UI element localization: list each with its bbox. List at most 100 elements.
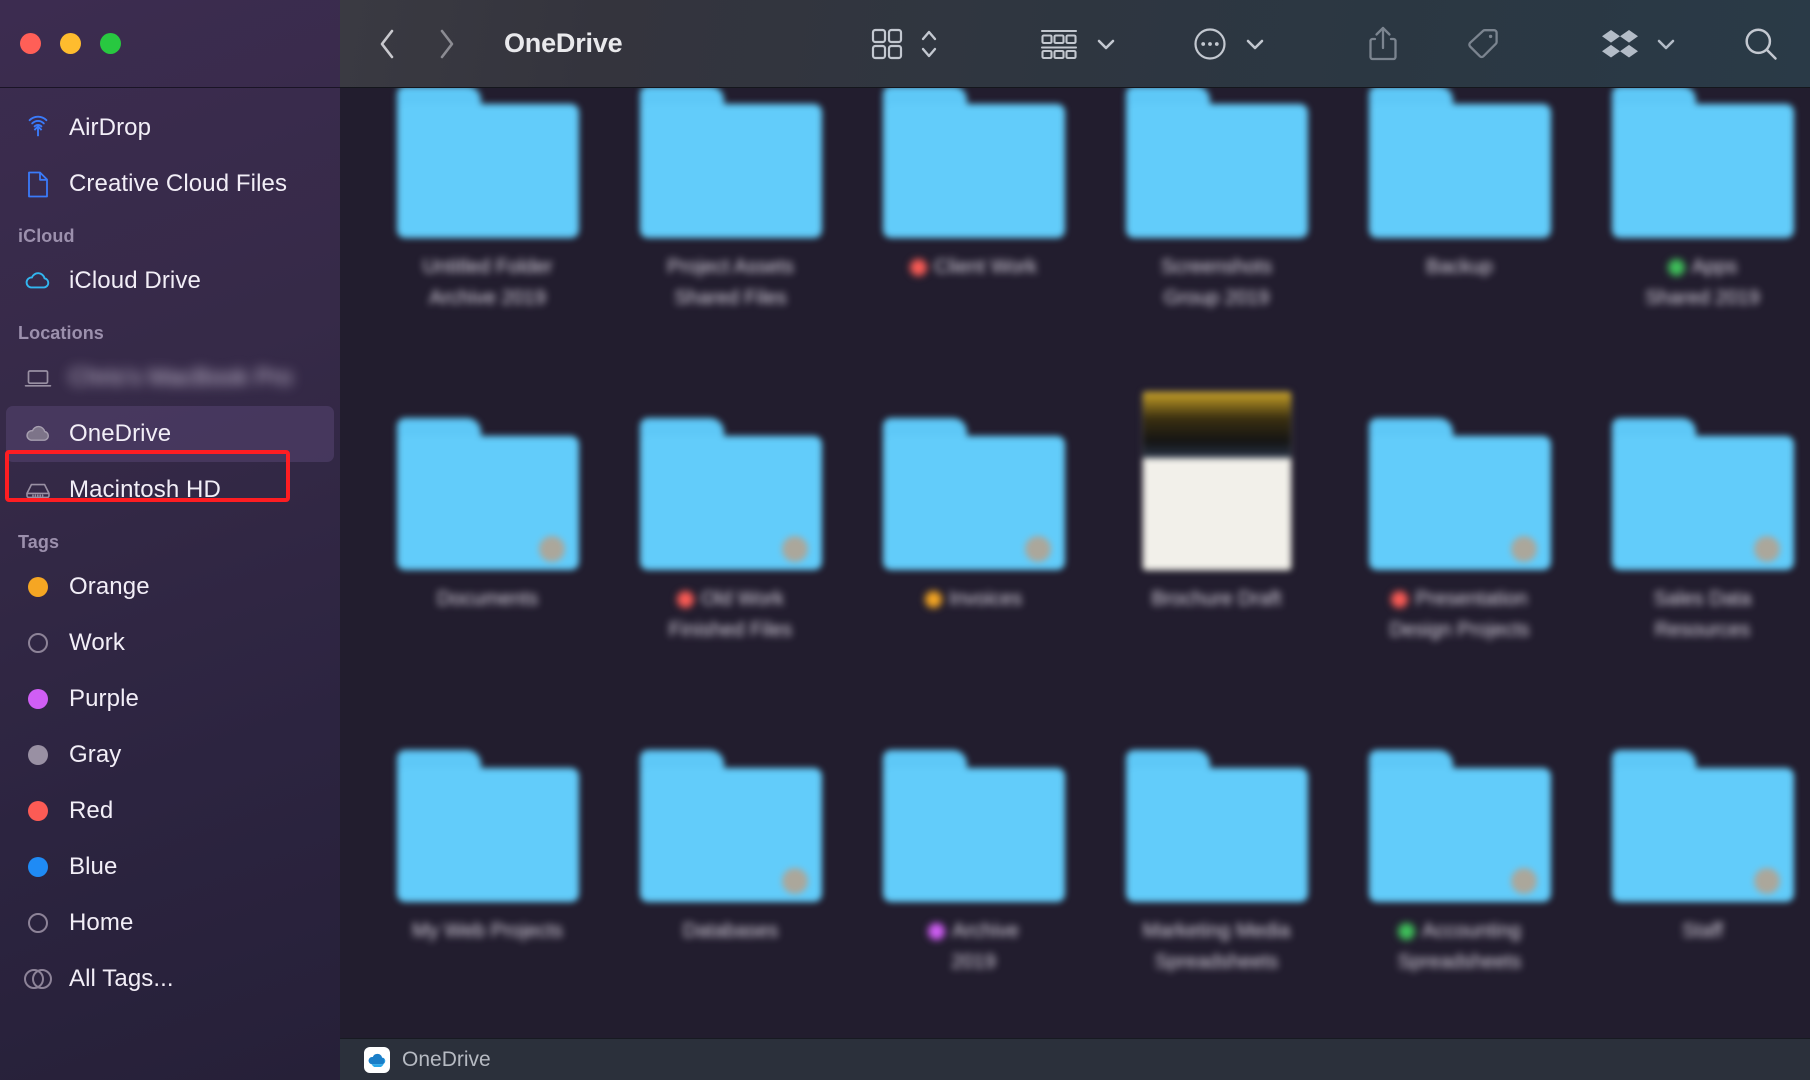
folder-icon (1125, 88, 1308, 238)
file-label: My Web Projects (412, 920, 563, 942)
file-label: Backup (1426, 256, 1493, 278)
file-label: Untitled Folder Archive 2019 (422, 256, 553, 309)
file-browser-content[interactable]: Untitled Folder Archive 2019 Project Ass… (340, 88, 1810, 1080)
sidebar-tag-gray[interactable]: Gray (6, 727, 334, 783)
folder-icon (882, 374, 1065, 570)
file-item[interactable]: Invoices (852, 358, 1095, 690)
sidebar-item-label: Chris's MacBook Pro (69, 364, 293, 391)
file-item[interactable]: Untitled Folder Archive 2019 (366, 88, 609, 358)
folder-icon (639, 374, 822, 570)
file-item[interactable]: Project Assets Shared Files (609, 88, 852, 358)
circle-ellipsis-icon[interactable] (1190, 21, 1230, 67)
toolbar: OneDrive (340, 0, 1810, 88)
sidebar-item-label: iCloud Drive (69, 267, 201, 294)
sidebar-item-label: Creative Cloud Files (69, 170, 288, 197)
file-item[interactable]: Staff (1581, 690, 1810, 1022)
sidebar-tag-home[interactable]: Home (6, 895, 334, 951)
chevron-down-icon[interactable] (1241, 21, 1269, 67)
onedrive-icon (364, 1046, 390, 1073)
file-label: Marketing Media Spreadsheets (1142, 920, 1291, 973)
file-label: Documents (436, 588, 539, 610)
navigation-buttons (372, 27, 462, 61)
file-label: Brochure Draft (1151, 588, 1282, 610)
chevron-down-icon[interactable] (1652, 21, 1680, 67)
folder-icon (639, 88, 822, 238)
close-window-button[interactable] (20, 33, 41, 54)
maximize-window-button[interactable] (100, 33, 121, 54)
folder-icon (882, 88, 1065, 238)
folder-icon (1611, 374, 1794, 570)
sidebar-tag-all-tags[interactable]: All Tags... (6, 951, 334, 1007)
file-item[interactable]: Databases (609, 690, 852, 1022)
path-bar[interactable]: OneDrive (340, 1038, 1810, 1080)
folder-icon (882, 706, 1065, 902)
sidebar-tag-blue[interactable]: Blue (6, 839, 334, 895)
search-icon[interactable] (1740, 21, 1782, 67)
file-item[interactable]: Apps Shared 2019 (1581, 88, 1810, 358)
dropbox-icon[interactable] (1599, 21, 1641, 67)
sidebar-tag-work[interactable]: Work (6, 615, 334, 671)
cloud-icon (24, 267, 52, 295)
share-icon[interactable] (1365, 21, 1401, 67)
file-item[interactable]: Presentation Design Projects (1338, 358, 1581, 690)
file-label: Presentation Design Projects (1389, 588, 1530, 641)
sidebar-tag-label: Orange (69, 573, 150, 600)
document-icon (24, 170, 52, 198)
onedrive-cloud-icon (24, 420, 52, 448)
file-item[interactable]: Sales Data Resources (1581, 358, 1810, 690)
page-title: OneDrive (504, 28, 623, 58)
file-label: Accounting Spreadsheets (1397, 920, 1522, 973)
back-button[interactable] (372, 27, 402, 61)
dropbox-controls (1599, 21, 1680, 67)
group-rows-icon[interactable] (1037, 21, 1081, 67)
minimize-window-button[interactable] (60, 33, 81, 54)
folder-icon (639, 706, 822, 902)
more-actions-controls (1190, 21, 1269, 67)
grid-view-icon[interactable] (868, 21, 906, 67)
sidebar-item-label: Macintosh HD (69, 476, 221, 503)
tag-dot-icon (24, 741, 52, 769)
file-grid: Untitled Folder Archive 2019 Project Ass… (340, 88, 1810, 1080)
file-label: Sales Data Resources (1653, 588, 1752, 641)
sidebar-tag-label: Gray (69, 741, 122, 768)
folder-icon (1611, 706, 1794, 902)
sidebar-tag-purple[interactable]: Purple (6, 671, 334, 727)
sidebar-tag-label: Purple (69, 685, 139, 712)
sidebar-tag-orange[interactable]: Orange (6, 559, 334, 615)
file-item[interactable]: Accounting Spreadsheets (1338, 690, 1581, 1022)
sidebar-item-airdrop[interactable]: AirDrop (6, 100, 334, 156)
file-label: Apps Shared 2019 (1645, 256, 1760, 309)
chevron-updown-icon[interactable] (917, 21, 941, 67)
tag-dot-icon (24, 797, 52, 825)
sidebar-tag-red[interactable]: Red (6, 783, 334, 839)
file-item[interactable]: Backup (1338, 88, 1581, 358)
sidebar-item-icloud-drive[interactable]: iCloud Drive (6, 253, 334, 309)
file-item[interactable]: Screenshots Group 2019 (1095, 88, 1338, 358)
sidebar-tag-label: Home (69, 909, 134, 936)
group-by-controls (1037, 21, 1120, 67)
sidebar-item-creative-cloud-files[interactable]: Creative Cloud Files (6, 156, 334, 212)
forward-button[interactable] (432, 27, 462, 61)
view-controls (868, 21, 941, 67)
file-item[interactable]: Client Work (852, 88, 1095, 358)
sidebar-item-onedrive[interactable]: OneDrive (6, 406, 334, 462)
all-tags-icon (24, 965, 52, 993)
folder-icon (396, 374, 579, 570)
file-item[interactable]: Documents (366, 358, 609, 690)
sidebar-item-macbook[interactable]: Chris's MacBook Pro (6, 350, 334, 406)
sidebar-item-macintosh-hd[interactable]: Macintosh HD (6, 462, 334, 518)
folder-icon (1368, 88, 1551, 238)
sidebar-section-tags: Tags (18, 532, 60, 552)
tag-icon[interactable] (1463, 21, 1503, 67)
file-item[interactable]: Old Work Finished Files (609, 358, 852, 690)
tag-dot-icon (24, 629, 52, 657)
sidebar: AirDrop Creative Cloud Files iCloud iClo… (0, 0, 340, 1080)
file-item[interactable]: Brochure Draft (1095, 358, 1338, 690)
sidebar-tag-label: Blue (69, 853, 118, 880)
file-item[interactable]: My Web Projects (366, 690, 609, 1022)
titlebar-traffic-lights (0, 0, 340, 88)
chevron-down-icon[interactable] (1092, 21, 1120, 67)
file-item[interactable]: Archive 2019 (852, 690, 1095, 1022)
tag-dot-icon (24, 853, 52, 881)
file-item[interactable]: Marketing Media Spreadsheets (1095, 690, 1338, 1022)
